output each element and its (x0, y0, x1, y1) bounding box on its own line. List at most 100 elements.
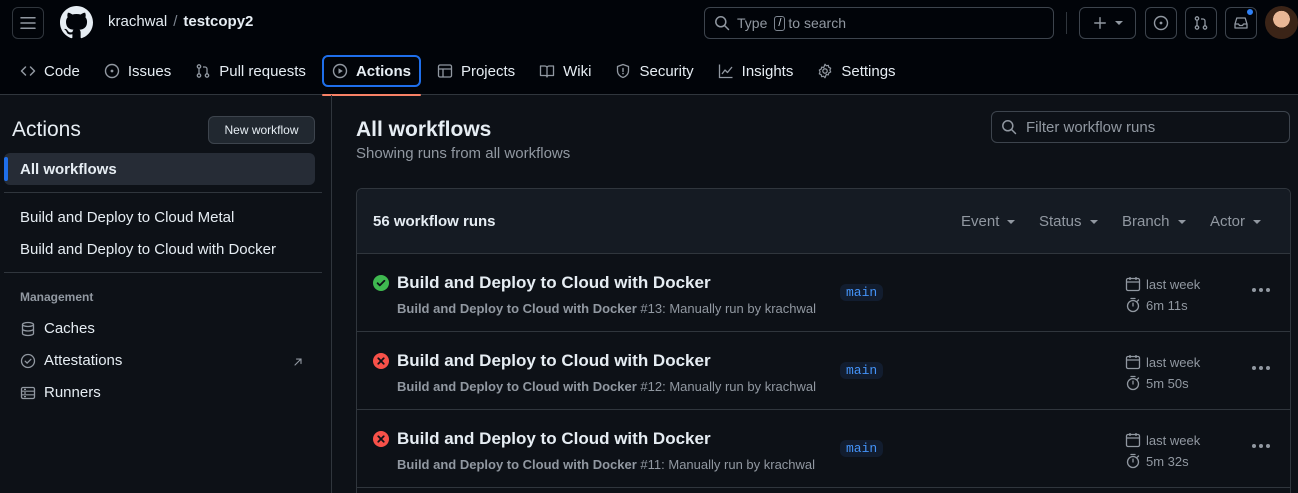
check-circle-fill-icon (373, 275, 389, 291)
filter-label: Event (961, 213, 1000, 230)
filter-runs-input[interactable]: Filter workflow runs (991, 111, 1290, 143)
page-subtitle: Showing runs from all workflows (356, 145, 571, 162)
hamburger-icon (20, 17, 36, 29)
sidebar-item-all-workflows[interactable]: All workflows (4, 153, 315, 185)
branch-label[interactable]: main (840, 284, 884, 301)
run-subtitle: Build and Deploy to Cloud with Docker #1… (397, 457, 815, 472)
book-icon (539, 65, 555, 78)
actor-filter-dropdown[interactable]: Actor (1210, 213, 1262, 230)
kebab-horizontal-icon[interactable] (1252, 444, 1270, 448)
run-detail: #11: Manually run by krachwal (640, 457, 816, 472)
run-detail: #12: Manually run by krachwal (640, 379, 817, 394)
chevron-down-icon (1089, 219, 1098, 224)
chevron-down-icon (1114, 21, 1123, 25)
tab-actions[interactable]: Actions (321, 55, 421, 96)
filter-label: Status (1039, 213, 1082, 230)
tab-label: Code (44, 62, 80, 80)
search-suffix: to search (788, 15, 847, 31)
tab-label: Projects (460, 62, 516, 80)
new-workflow-button[interactable]: New workflow (208, 116, 315, 144)
tab-label: Pull requests (219, 62, 306, 80)
tab-label: Insights (741, 62, 794, 80)
run-date: last week (1125, 354, 1200, 370)
branch-filter-dropdown[interactable]: Branch (1122, 213, 1186, 230)
run-title[interactable]: Build and Deploy to Cloud with Docker (397, 273, 711, 293)
search-input[interactable]: Type / to search (704, 7, 1054, 39)
tab-code[interactable]: Code (12, 55, 88, 87)
plus-icon (1093, 17, 1106, 29)
create-new-button[interactable] (1079, 7, 1136, 39)
notification-dot (1246, 8, 1254, 16)
sidebar-item-runners[interactable]: Runners (20, 384, 101, 401)
tab-label: Actions (355, 62, 411, 80)
tab-label: Wiki (563, 62, 592, 80)
app-header: krachwal / testcopy2 Type / to search Co… (0, 0, 1298, 96)
header-divider (1066, 12, 1067, 34)
branch-label[interactable]: main (840, 440, 884, 457)
issues-button[interactable] (1145, 7, 1177, 39)
breadcrumb-separator: / (173, 13, 178, 30)
stopwatch-icon (1126, 297, 1140, 313)
tab-label: Security (639, 62, 694, 80)
stopwatch-icon (1126, 453, 1140, 469)
avatar[interactable] (1265, 6, 1298, 39)
run-title[interactable]: Build and Deploy to Cloud with Docker (397, 351, 711, 371)
filter-placeholder: Filter workflow runs (1026, 118, 1156, 136)
run-title[interactable]: Build and Deploy to Cloud with Docker (397, 429, 711, 449)
branch-label[interactable]: main (840, 362, 884, 379)
tab-label: Settings (841, 62, 896, 80)
sidebar-divider (4, 272, 322, 273)
sidebar: Actions New workflow All workflows Build… (0, 95, 332, 493)
run-workflow-name: Build and Deploy to Cloud with Docker (397, 379, 637, 394)
gear-icon (819, 63, 832, 79)
workflow-run-row[interactable]: Build and Deploy to Cloud with Docker Bui… (357, 410, 1290, 488)
run-detail: #13: Manually run by krachwal (640, 301, 817, 316)
database-icon (21, 321, 35, 336)
run-duration: 5m 50s (1125, 375, 1189, 391)
management-heading: Management (20, 290, 94, 304)
tab-issues[interactable]: Issues (96, 55, 179, 87)
inbox-icon (1234, 17, 1248, 29)
workflow-run-row[interactable]: Build and Deploy to Cloud with Docker Bui… (357, 332, 1290, 410)
search-icon (1002, 120, 1017, 135)
sidebar-item-workflow[interactable]: Build and Deploy to Cloud with Docker (20, 241, 276, 258)
sidebar-item-label: Runners (44, 384, 101, 401)
run-date: last week (1125, 276, 1200, 292)
graph-icon (718, 64, 733, 79)
kebab-horizontal-icon[interactable] (1252, 366, 1270, 370)
tab-insights[interactable]: Insights (710, 55, 802, 87)
tab-label: Issues (127, 62, 172, 80)
owner-link[interactable]: krachwal (108, 13, 167, 30)
tab-projects[interactable]: Projects (429, 55, 523, 87)
filter-label: Actor (1210, 213, 1246, 230)
menu-button[interactable] (12, 7, 44, 39)
sidebar-item-label: Caches (44, 320, 95, 337)
calendar-icon (1125, 433, 1141, 448)
sidebar-item-workflow[interactable]: Build and Deploy to Cloud Metal (20, 209, 234, 226)
repo-link[interactable]: testcopy2 (183, 13, 253, 30)
sidebar-item-attestations[interactable]: Attestations (20, 352, 122, 369)
workflow-run-row[interactable]: Build and Deploy to Cloud with Docker Bui… (357, 254, 1290, 332)
breadcrumb: krachwal / testcopy2 (108, 13, 253, 30)
status-filter-dropdown[interactable]: Status (1039, 213, 1098, 230)
x-circle-fill-icon (373, 431, 389, 447)
github-logo-icon[interactable] (60, 6, 93, 39)
event-filter-dropdown[interactable]: Event (961, 213, 1016, 230)
calendar-icon (1125, 277, 1141, 292)
tab-security[interactable]: Security (607, 55, 701, 87)
shield-icon (617, 63, 630, 79)
run-workflow-name: Build and Deploy to Cloud with Docker (397, 301, 637, 316)
issue-opened-icon (1153, 15, 1169, 31)
inbox-button[interactable] (1225, 7, 1257, 39)
run-date: last week (1125, 432, 1200, 448)
kebab-horizontal-icon[interactable] (1252, 288, 1270, 292)
run-duration: 6m 11s (1125, 297, 1188, 313)
sidebar-item-caches[interactable]: Caches (20, 320, 95, 337)
tab-wiki[interactable]: Wiki (531, 55, 599, 87)
run-subtitle: Build and Deploy to Cloud with Docker #1… (397, 379, 816, 394)
tab-pull-requests[interactable]: Pull requests (187, 55, 314, 87)
runs-count: 56 workflow runs (373, 213, 496, 230)
run-when: last week (1146, 276, 1201, 292)
tab-settings[interactable]: Settings (809, 55, 903, 87)
pull-requests-button[interactable] (1185, 7, 1217, 39)
